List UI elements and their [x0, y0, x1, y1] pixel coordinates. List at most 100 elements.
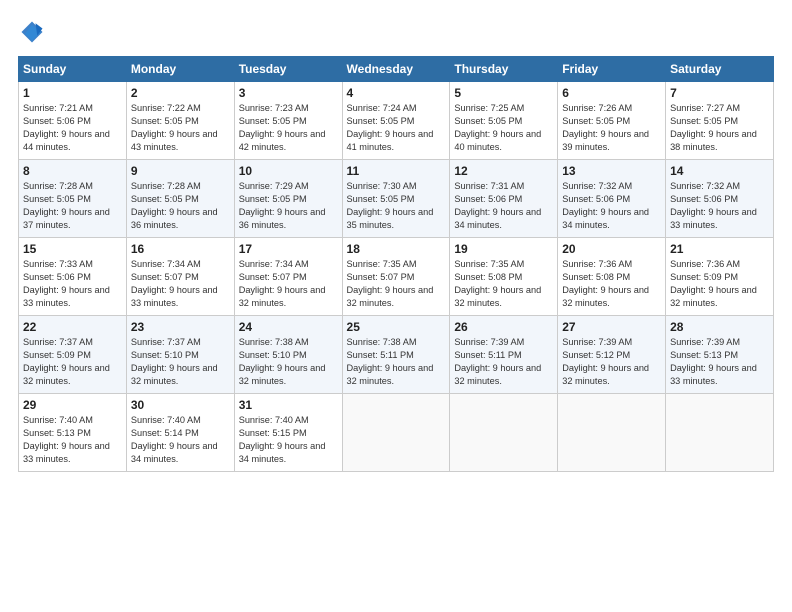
day-cell: 28 Sunrise: 7:39 AMSunset: 5:13 PMDaylig… [666, 316, 774, 394]
weekday-thursday: Thursday [450, 57, 558, 82]
day-number: 2 [131, 86, 230, 100]
day-content: Sunrise: 7:34 AMSunset: 5:07 PMDaylight:… [131, 258, 230, 310]
day-cell: 2 Sunrise: 7:22 AMSunset: 5:05 PMDayligh… [126, 82, 234, 160]
day-content: Sunrise: 7:26 AMSunset: 5:05 PMDaylight:… [562, 102, 661, 154]
day-number: 8 [23, 164, 122, 178]
day-number: 14 [670, 164, 769, 178]
day-number: 7 [670, 86, 769, 100]
day-number: 25 [347, 320, 446, 334]
day-cell: 17 Sunrise: 7:34 AMSunset: 5:07 PMDaylig… [234, 238, 342, 316]
logo [18, 18, 50, 46]
day-content: Sunrise: 7:34 AMSunset: 5:07 PMDaylight:… [239, 258, 338, 310]
day-cell: 1 Sunrise: 7:21 AMSunset: 5:06 PMDayligh… [19, 82, 127, 160]
day-content: Sunrise: 7:24 AMSunset: 5:05 PMDaylight:… [347, 102, 446, 154]
day-number: 15 [23, 242, 122, 256]
day-number: 17 [239, 242, 338, 256]
header [18, 18, 774, 46]
day-content: Sunrise: 7:38 AMSunset: 5:10 PMDaylight:… [239, 336, 338, 388]
day-number: 31 [239, 398, 338, 412]
day-cell: 27 Sunrise: 7:39 AMSunset: 5:12 PMDaylig… [558, 316, 666, 394]
day-number: 13 [562, 164, 661, 178]
day-content: Sunrise: 7:27 AMSunset: 5:05 PMDaylight:… [670, 102, 769, 154]
day-number: 29 [23, 398, 122, 412]
day-number: 11 [347, 164, 446, 178]
day-content: Sunrise: 7:37 AMSunset: 5:10 PMDaylight:… [131, 336, 230, 388]
calendar-table: SundayMondayTuesdayWednesdayThursdayFrid… [18, 56, 774, 472]
day-number: 20 [562, 242, 661, 256]
day-cell: 11 Sunrise: 7:30 AMSunset: 5:05 PMDaylig… [342, 160, 450, 238]
day-cell: 13 Sunrise: 7:32 AMSunset: 5:06 PMDaylig… [558, 160, 666, 238]
day-content: Sunrise: 7:32 AMSunset: 5:06 PMDaylight:… [562, 180, 661, 232]
week-row-5: 29 Sunrise: 7:40 AMSunset: 5:13 PMDaylig… [19, 394, 774, 472]
day-cell [558, 394, 666, 472]
day-number: 3 [239, 86, 338, 100]
day-cell: 9 Sunrise: 7:28 AMSunset: 5:05 PMDayligh… [126, 160, 234, 238]
day-cell [450, 394, 558, 472]
day-content: Sunrise: 7:38 AMSunset: 5:11 PMDaylight:… [347, 336, 446, 388]
day-number: 18 [347, 242, 446, 256]
day-content: Sunrise: 7:35 AMSunset: 5:07 PMDaylight:… [347, 258, 446, 310]
day-cell: 5 Sunrise: 7:25 AMSunset: 5:05 PMDayligh… [450, 82, 558, 160]
day-content: Sunrise: 7:25 AMSunset: 5:05 PMDaylight:… [454, 102, 553, 154]
week-row-1: 1 Sunrise: 7:21 AMSunset: 5:06 PMDayligh… [19, 82, 774, 160]
day-content: Sunrise: 7:31 AMSunset: 5:06 PMDaylight:… [454, 180, 553, 232]
day-number: 30 [131, 398, 230, 412]
day-number: 10 [239, 164, 338, 178]
day-content: Sunrise: 7:28 AMSunset: 5:05 PMDaylight:… [23, 180, 122, 232]
day-cell: 29 Sunrise: 7:40 AMSunset: 5:13 PMDaylig… [19, 394, 127, 472]
week-row-3: 15 Sunrise: 7:33 AMSunset: 5:06 PMDaylig… [19, 238, 774, 316]
day-cell: 21 Sunrise: 7:36 AMSunset: 5:09 PMDaylig… [666, 238, 774, 316]
day-cell [666, 394, 774, 472]
day-content: Sunrise: 7:40 AMSunset: 5:14 PMDaylight:… [131, 414, 230, 466]
day-content: Sunrise: 7:30 AMSunset: 5:05 PMDaylight:… [347, 180, 446, 232]
day-cell: 22 Sunrise: 7:37 AMSunset: 5:09 PMDaylig… [19, 316, 127, 394]
day-number: 23 [131, 320, 230, 334]
day-cell: 16 Sunrise: 7:34 AMSunset: 5:07 PMDaylig… [126, 238, 234, 316]
day-content: Sunrise: 7:35 AMSunset: 5:08 PMDaylight:… [454, 258, 553, 310]
day-number: 9 [131, 164, 230, 178]
day-content: Sunrise: 7:23 AMSunset: 5:05 PMDaylight:… [239, 102, 338, 154]
day-content: Sunrise: 7:29 AMSunset: 5:05 PMDaylight:… [239, 180, 338, 232]
day-cell: 4 Sunrise: 7:24 AMSunset: 5:05 PMDayligh… [342, 82, 450, 160]
day-cell: 20 Sunrise: 7:36 AMSunset: 5:08 PMDaylig… [558, 238, 666, 316]
day-cell [342, 394, 450, 472]
day-number: 21 [670, 242, 769, 256]
day-number: 27 [562, 320, 661, 334]
day-content: Sunrise: 7:39 AMSunset: 5:11 PMDaylight:… [454, 336, 553, 388]
day-cell: 30 Sunrise: 7:40 AMSunset: 5:14 PMDaylig… [126, 394, 234, 472]
day-cell: 26 Sunrise: 7:39 AMSunset: 5:11 PMDaylig… [450, 316, 558, 394]
week-row-2: 8 Sunrise: 7:28 AMSunset: 5:05 PMDayligh… [19, 160, 774, 238]
day-content: Sunrise: 7:40 AMSunset: 5:15 PMDaylight:… [239, 414, 338, 466]
weekday-sunday: Sunday [19, 57, 127, 82]
day-cell: 15 Sunrise: 7:33 AMSunset: 5:06 PMDaylig… [19, 238, 127, 316]
day-number: 16 [131, 242, 230, 256]
day-content: Sunrise: 7:39 AMSunset: 5:12 PMDaylight:… [562, 336, 661, 388]
day-number: 1 [23, 86, 122, 100]
day-content: Sunrise: 7:40 AMSunset: 5:13 PMDaylight:… [23, 414, 122, 466]
day-number: 22 [23, 320, 122, 334]
day-number: 19 [454, 242, 553, 256]
day-cell: 19 Sunrise: 7:35 AMSunset: 5:08 PMDaylig… [450, 238, 558, 316]
day-cell: 12 Sunrise: 7:31 AMSunset: 5:06 PMDaylig… [450, 160, 558, 238]
weekday-wednesday: Wednesday [342, 57, 450, 82]
day-number: 12 [454, 164, 553, 178]
day-content: Sunrise: 7:39 AMSunset: 5:13 PMDaylight:… [670, 336, 769, 388]
weekday-saturday: Saturday [666, 57, 774, 82]
day-cell: 18 Sunrise: 7:35 AMSunset: 5:07 PMDaylig… [342, 238, 450, 316]
day-cell: 14 Sunrise: 7:32 AMSunset: 5:06 PMDaylig… [666, 160, 774, 238]
logo-icon [18, 18, 46, 46]
weekday-monday: Monday [126, 57, 234, 82]
weekday-header-row: SundayMondayTuesdayWednesdayThursdayFrid… [19, 57, 774, 82]
day-content: Sunrise: 7:32 AMSunset: 5:06 PMDaylight:… [670, 180, 769, 232]
day-cell: 31 Sunrise: 7:40 AMSunset: 5:15 PMDaylig… [234, 394, 342, 472]
day-cell: 25 Sunrise: 7:38 AMSunset: 5:11 PMDaylig… [342, 316, 450, 394]
day-content: Sunrise: 7:22 AMSunset: 5:05 PMDaylight:… [131, 102, 230, 154]
weekday-tuesday: Tuesday [234, 57, 342, 82]
day-cell: 7 Sunrise: 7:27 AMSunset: 5:05 PMDayligh… [666, 82, 774, 160]
day-content: Sunrise: 7:37 AMSunset: 5:09 PMDaylight:… [23, 336, 122, 388]
day-cell: 23 Sunrise: 7:37 AMSunset: 5:10 PMDaylig… [126, 316, 234, 394]
day-cell: 3 Sunrise: 7:23 AMSunset: 5:05 PMDayligh… [234, 82, 342, 160]
day-number: 6 [562, 86, 661, 100]
day-number: 24 [239, 320, 338, 334]
day-cell: 8 Sunrise: 7:28 AMSunset: 5:05 PMDayligh… [19, 160, 127, 238]
